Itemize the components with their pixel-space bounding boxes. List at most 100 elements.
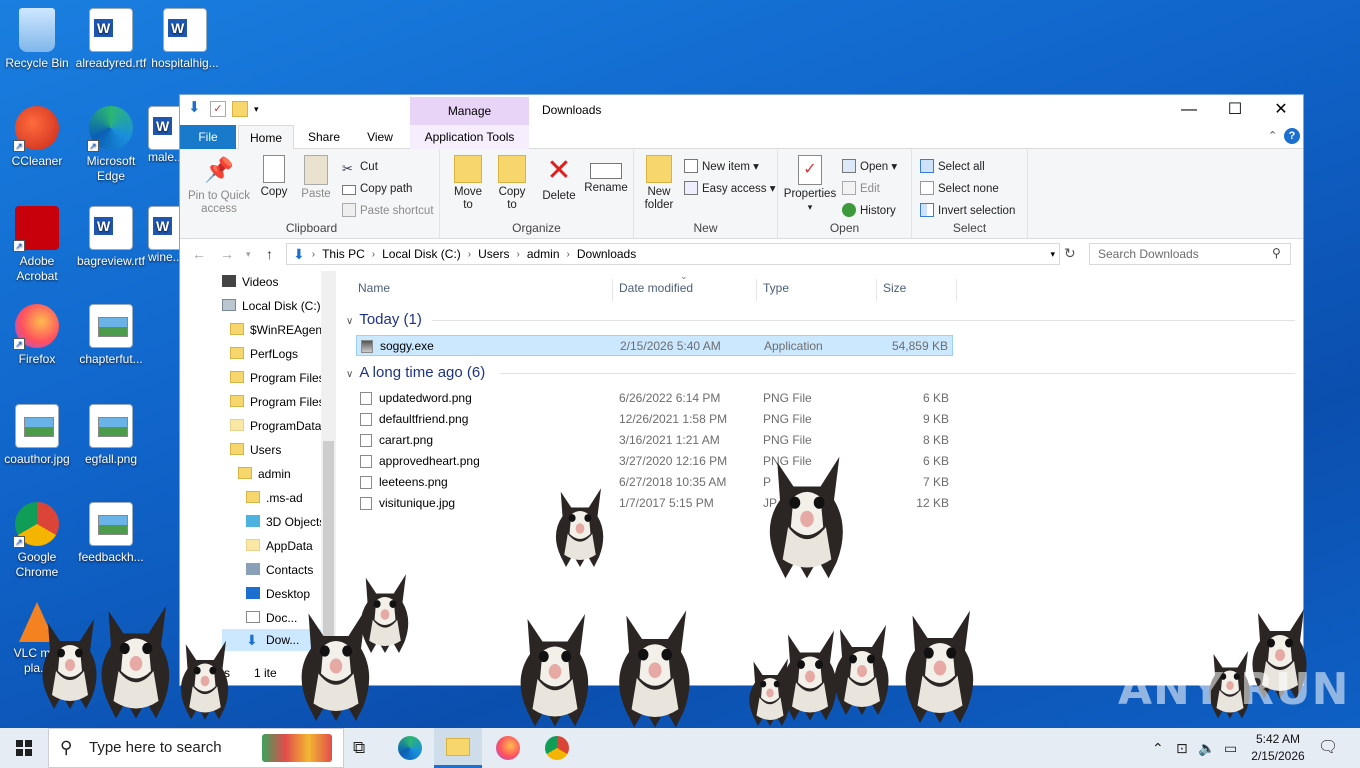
tab-view[interactable]: View bbox=[354, 125, 406, 149]
desktop-icon-male[interactable]: male... bbox=[148, 106, 182, 165]
rename-button[interactable]: Rename bbox=[584, 155, 628, 194]
open-button[interactable]: Open ▾ bbox=[842, 157, 897, 177]
up-arrow-icon[interactable]: ↑ bbox=[266, 246, 273, 262]
file-row[interactable]: carart.png 3/16/2021 1:21 AM PNG File 8 … bbox=[356, 430, 953, 451]
nav-item-videos[interactable]: Videos bbox=[222, 271, 278, 293]
easy-access-button[interactable]: Easy access ▾ bbox=[684, 179, 776, 199]
breadcrumb-users[interactable]: Users bbox=[478, 247, 509, 261]
delete-button[interactable]: ✕ Delete bbox=[538, 155, 580, 203]
file-row-soggy-exe[interactable]: soggy.exe 2/15/2026 5:40 AM Application … bbox=[356, 335, 953, 356]
nav-item-programdata[interactable]: ProgramData bbox=[230, 415, 321, 437]
select-none-button[interactable]: Select none bbox=[920, 179, 999, 199]
file-row[interactable]: updatedword.png 6/26/2022 6:14 PM PNG Fi… bbox=[356, 388, 953, 409]
group-header-today[interactable]: ∨ Today (1) bbox=[346, 311, 422, 328]
column-separator[interactable] bbox=[756, 279, 757, 301]
history-button[interactable]: History bbox=[842, 201, 896, 221]
move-to-button[interactable]: Move to bbox=[448, 155, 488, 212]
minimize-button[interactable]: — bbox=[1166, 95, 1212, 125]
help-icon[interactable]: ? bbox=[1284, 128, 1300, 144]
qat-dropdown-icon[interactable]: ▾ bbox=[254, 101, 270, 117]
breadcrumb-local-disk[interactable]: Local Disk (C:) bbox=[382, 247, 461, 261]
back-arrow-icon[interactable]: ← bbox=[192, 246, 206, 262]
breadcrumb-this-pc[interactable]: This PC bbox=[322, 247, 365, 261]
desktop-icon-edge[interactable]: ↗ Microsoft Edge bbox=[74, 106, 148, 184]
properties-button[interactable]: ✓ Properties ▾ bbox=[782, 155, 838, 214]
nav-item-program-files-x86[interactable]: Program Files bbox=[230, 391, 325, 413]
invert-selection-button[interactable]: Invert selection bbox=[920, 201, 1015, 221]
tab-share[interactable]: Share bbox=[298, 125, 350, 149]
file-row[interactable]: approvedheart.png 3/27/2020 12:16 PM PNG… bbox=[356, 451, 953, 472]
maximize-button[interactable]: ☐ bbox=[1212, 95, 1258, 125]
manage-tab[interactable]: Manage bbox=[410, 97, 529, 125]
new-item-button[interactable]: New item ▾ bbox=[684, 157, 759, 177]
desktop-icon-firefox[interactable]: ↗ Firefox bbox=[0, 304, 74, 367]
copy-button[interactable]: Copy bbox=[256, 155, 292, 199]
desktop-icon-chapterfut[interactable]: chapterfut... bbox=[74, 304, 148, 367]
new-folder-button[interactable]: New folder bbox=[638, 155, 680, 212]
group-header-long-time-ago[interactable]: ∨ A long time ago (6) bbox=[346, 364, 485, 381]
news-widget-icon[interactable] bbox=[262, 734, 332, 762]
cut-button[interactable]: ✂ Cut bbox=[342, 157, 378, 177]
desktop-icon-feedbackh[interactable]: feedbackh... bbox=[74, 502, 148, 565]
start-button[interactable] bbox=[0, 728, 48, 768]
nav-item-winreagent[interactable]: $WinREAgent bbox=[230, 319, 325, 341]
input-indicator-icon[interactable]: ▭ bbox=[1224, 728, 1237, 768]
column-header-date-modified[interactable]: Date modified bbox=[619, 281, 693, 295]
nav-item-users[interactable]: Users bbox=[230, 439, 281, 461]
desktop-icon-wine[interactable]: wine... bbox=[148, 206, 182, 265]
nav-item-ms-ad[interactable]: .ms-ad bbox=[246, 487, 303, 509]
column-header-name[interactable]: Name bbox=[358, 281, 390, 295]
close-button[interactable]: ✕ bbox=[1258, 95, 1304, 125]
nav-item-program-files[interactable]: Program Files bbox=[230, 367, 325, 389]
taskbar-edge[interactable] bbox=[386, 728, 434, 768]
desktop-icon-coauthor[interactable]: coauthor.jpg bbox=[0, 404, 74, 467]
properties-check-icon[interactable]: ✓ bbox=[210, 101, 226, 117]
nav-item-local-disk[interactable]: Local Disk (C:) bbox=[222, 295, 321, 317]
forward-arrow-icon[interactable]: → bbox=[220, 246, 234, 262]
tab-home[interactable]: Home bbox=[238, 125, 294, 150]
desktop-icon-chrome[interactable]: ↗ Google Chrome bbox=[0, 502, 74, 580]
breadcrumb-admin[interactable]: admin bbox=[527, 247, 560, 261]
desktop-icon-ccleaner[interactable]: ↗ CCleaner bbox=[0, 106, 74, 169]
desktop-icon-acrobat[interactable]: ↗ Adobe Acrobat bbox=[0, 206, 74, 284]
down-arrow-icon[interactable]: ⬇ bbox=[188, 100, 204, 117]
show-hidden-icons-icon[interactable]: ⌃ bbox=[1152, 728, 1164, 768]
network-icon[interactable]: ⊡ bbox=[1176, 728, 1188, 768]
column-separator[interactable] bbox=[876, 279, 877, 301]
task-view-button[interactable]: ⧉ bbox=[338, 728, 386, 768]
nav-item-appdata[interactable]: AppData bbox=[246, 535, 313, 557]
taskbar-firefox[interactable] bbox=[484, 728, 532, 768]
tab-file[interactable]: File bbox=[180, 125, 236, 149]
desktop-icon-recycle-bin[interactable]: Recycle Bin bbox=[0, 8, 74, 71]
desktop-icon-egfall[interactable]: egfall.png bbox=[74, 404, 148, 467]
system-clock[interactable]: 5:42 AM 2/15/2026 bbox=[1246, 731, 1310, 765]
file-row[interactable]: visitunique.jpg 1/7/2017 5:15 PM JP 12 K… bbox=[356, 493, 953, 514]
column-header-type[interactable]: Type bbox=[763, 281, 789, 295]
ribbon-collapse-icon[interactable]: ⌃ bbox=[1268, 129, 1277, 142]
notification-icon[interactable]: 🗨 bbox=[1318, 728, 1338, 768]
refresh-icon[interactable]: ↻ bbox=[1064, 245, 1076, 262]
edit-button[interactable]: Edit bbox=[842, 179, 880, 199]
column-separator[interactable] bbox=[956, 279, 957, 301]
address-bar[interactable]: ⬇ › This PC › Local Disk (C:) › Users › … bbox=[286, 243, 1060, 265]
new-folder-icon[interactable] bbox=[232, 101, 248, 117]
select-all-button[interactable]: Select all bbox=[920, 157, 985, 177]
taskbar-chrome[interactable] bbox=[533, 728, 581, 768]
address-dropdown-icon[interactable]: ▾ bbox=[1050, 249, 1055, 260]
nav-item-3d-objects[interactable]: 3D Objects bbox=[246, 511, 325, 533]
breadcrumb-downloads[interactable]: Downloads bbox=[577, 247, 636, 261]
desktop-icon-bagreview[interactable]: bagreview.rtf bbox=[74, 206, 148, 269]
copy-to-button[interactable]: Copy to bbox=[492, 155, 532, 212]
pin-to-quick-access-button[interactable]: 📌 Pin to Quick access bbox=[186, 155, 252, 216]
desktop-icon-hospitalhig[interactable]: hospitalhig... bbox=[148, 8, 222, 71]
copy-path-button[interactable]: Copy path bbox=[342, 179, 412, 199]
column-header-size[interactable]: Size bbox=[883, 281, 906, 295]
desktop-icon-alreadyred[interactable]: alreadyred.rtf bbox=[74, 8, 148, 71]
file-row[interactable]: leeteens.png 6/27/2018 10:35 AM P 7 KB bbox=[356, 472, 953, 493]
tab-application-tools[interactable]: Application Tools bbox=[410, 125, 529, 149]
column-separator[interactable] bbox=[612, 279, 613, 301]
nav-item-perflogs[interactable]: PerfLogs bbox=[230, 343, 298, 365]
file-row[interactable]: defaultfriend.png 12/26/2021 1:58 PM PNG… bbox=[356, 409, 953, 430]
paste-button[interactable]: Paste bbox=[298, 155, 334, 201]
volume-icon[interactable]: 🔈 bbox=[1198, 728, 1215, 768]
